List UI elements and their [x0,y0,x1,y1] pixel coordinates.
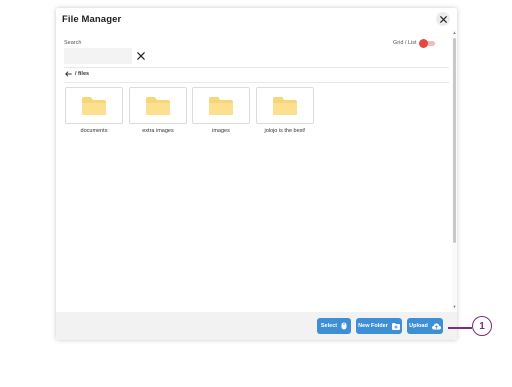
mouse-icon [341,322,347,330]
back-button[interactable] [65,71,72,77]
folder-item[interactable]: images [192,87,250,134]
folder-item[interactable]: extra images [129,87,187,134]
folder-icon [82,96,106,115]
folder-tile[interactable] [192,87,250,124]
folder-tile[interactable] [256,87,314,124]
breadcrumb: / files [65,71,89,77]
folder-icon [146,96,170,115]
divider [64,67,449,68]
close-icon [439,15,447,23]
clear-search-button[interactable] [136,51,146,61]
scroll-up-arrow-icon[interactable]: ▲ [452,30,457,36]
cloud-upload-icon [431,323,441,329]
folder-icon [273,96,297,115]
file-manager-dialog: File Manager Search Grid / List / files [56,8,457,340]
folder-name: images [212,128,230,134]
folder-item[interactable]: jolojo is the best! [256,87,314,134]
dialog-title: File Manager [62,14,122,25]
callout-line [448,327,472,329]
toggle-switch[interactable] [418,38,435,48]
divider [64,82,449,83]
scrollbar-thumb[interactable] [453,38,456,243]
callout-marker: 1 [472,316,492,336]
toggle-knob [418,38,428,48]
scroll-down-arrow-icon[interactable]: ▼ [452,304,457,310]
folder-icon [209,96,233,115]
breadcrumb-path: / files [75,71,90,77]
search-label: Search [64,40,82,46]
folder-name: extra images [142,128,174,134]
folder-name: jolojo is the best! [264,128,306,134]
dialog-footer: Select New Folder Upload [56,312,457,340]
folder-tile[interactable] [65,87,123,124]
select-button-label: Select [320,323,338,329]
folder-item[interactable]: documents [65,87,123,134]
search-input[interactable] [64,48,132,64]
close-icon [137,52,145,60]
upload-button[interactable]: Upload [407,318,443,334]
folder-tile[interactable] [129,87,187,124]
arrow-left-icon [65,71,72,77]
grid-list-toggle[interactable]: Grid / List [393,38,435,48]
upload-button-label: Upload [409,323,428,329]
vertical-scrollbar[interactable]: ▲ ▼ [452,30,457,310]
close-button[interactable] [436,12,450,26]
grid-list-label: Grid / List [393,40,417,46]
folder-plus-icon [391,322,400,330]
select-button[interactable]: Select [317,318,351,334]
folder-name: documents [80,128,108,134]
new-folder-button-label: New Folder [358,323,388,329]
new-folder-button[interactable]: New Folder [356,318,402,334]
